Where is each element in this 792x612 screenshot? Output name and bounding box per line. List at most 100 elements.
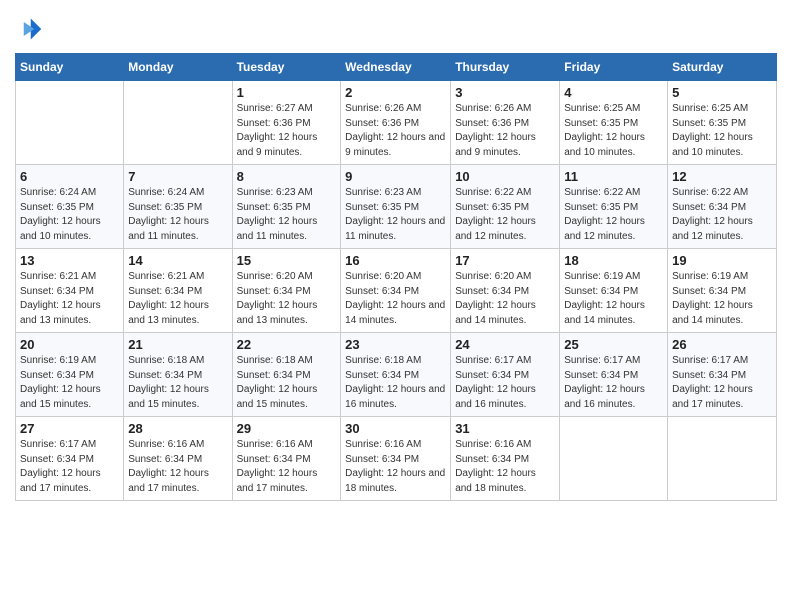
calendar-cell: 22Sunrise: 6:18 AM Sunset: 6:34 PM Dayli… — [232, 333, 341, 417]
calendar-cell: 26Sunrise: 6:17 AM Sunset: 6:34 PM Dayli… — [668, 333, 777, 417]
day-info: Sunrise: 6:23 AM Sunset: 6:35 PM Dayligh… — [345, 186, 446, 244]
day-info: Sunrise: 6:26 AM Sunset: 6:36 PM Dayligh… — [455, 102, 555, 160]
day-info: Sunrise: 6:27 AM Sunset: 6:36 PM Dayligh… — [237, 102, 337, 160]
day-number: 12 — [672, 169, 772, 184]
calendar-cell: 7 Sunrise: 6:24 AM Sunset: 6:35 PM Daylig… — [124, 165, 232, 249]
day-info: Sunrise: 6:22 AM Sunset: 6:35 PM Dayligh… — [564, 186, 663, 244]
logo — [15, 15, 47, 43]
day-number: 30 — [345, 421, 446, 436]
day-info: Sunrise: 6:19 AM Sunset: 6:34 PM Dayligh… — [564, 270, 663, 328]
header — [15, 15, 777, 43]
weekday-header-row: SundayMondayTuesdayWednesdayThursdayFrid… — [16, 54, 777, 81]
day-number: 7 — [128, 169, 227, 184]
day-info: Sunrise: 6:23 AM Sunset: 6:35 PM Dayligh… — [237, 186, 337, 244]
weekday-header-saturday: Saturday — [668, 54, 777, 81]
logo-icon — [15, 15, 43, 43]
day-number: 1 — [237, 85, 337, 100]
calendar-cell: 9Sunrise: 6:23 AM Sunset: 6:35 PM Daylig… — [341, 165, 451, 249]
calendar-cell — [560, 417, 668, 501]
day-info: Sunrise: 6:25 AM Sunset: 6:35 PM Dayligh… — [672, 102, 772, 160]
weekday-header-friday: Friday — [560, 54, 668, 81]
calendar-cell: 14 Sunrise: 6:21 AM Sunset: 6:34 PM Dayli… — [124, 249, 232, 333]
day-number: 17 — [455, 253, 555, 268]
day-number: 2 — [345, 85, 446, 100]
week-row-3: 13 Sunrise: 6:21 AM Sunset: 6:34 PM Dayli… — [16, 249, 777, 333]
day-number: 14 — [128, 253, 227, 268]
calendar-cell: 19Sunrise: 6:19 AM Sunset: 6:34 PM Dayli… — [668, 249, 777, 333]
weekday-header-monday: Monday — [124, 54, 232, 81]
calendar-header: SundayMondayTuesdayWednesdayThursdayFrid… — [16, 54, 777, 81]
day-info: Sunrise: 6:17 AM Sunset: 6:34 PM Dayligh… — [564, 354, 663, 412]
calendar-cell: 6 Sunrise: 6:24 AM Sunset: 6:35 PM Daylig… — [16, 165, 124, 249]
day-info: Sunrise: 6:20 AM Sunset: 6:34 PM Dayligh… — [345, 270, 446, 328]
day-info: Sunrise: 6:16 AM Sunset: 6:34 PM Dayligh… — [345, 438, 446, 496]
day-info: Sunrise: 6:22 AM Sunset: 6:35 PM Dayligh… — [455, 186, 555, 244]
day-info: Sunrise: 6:17 AM Sunset: 6:34 PM Dayligh… — [20, 438, 119, 496]
calendar-cell — [16, 81, 124, 165]
day-info: Sunrise: 6:26 AM Sunset: 6:36 PM Dayligh… — [345, 102, 446, 160]
day-number: 15 — [237, 253, 337, 268]
day-number: 3 — [455, 85, 555, 100]
day-number: 4 — [564, 85, 663, 100]
day-info: Sunrise: 6:19 AM Sunset: 6:34 PM Dayligh… — [20, 354, 119, 412]
day-info: Sunrise: 6:18 AM Sunset: 6:34 PM Dayligh… — [345, 354, 446, 412]
day-number: 5 — [672, 85, 772, 100]
calendar-cell: 28Sunrise: 6:16 AM Sunset: 6:34 PM Dayli… — [124, 417, 232, 501]
day-info: Sunrise: 6:16 AM Sunset: 6:34 PM Dayligh… — [455, 438, 555, 496]
day-info: Sunrise: 6:17 AM Sunset: 6:34 PM Dayligh… — [672, 354, 772, 412]
day-number: 6 — [20, 169, 119, 184]
calendar-cell: 12 Sunrise: 6:22 AM Sunset: 6:34 PM Dayli… — [668, 165, 777, 249]
day-number: 24 — [455, 337, 555, 352]
day-number: 8 — [237, 169, 337, 184]
day-info: Sunrise: 6:17 AM Sunset: 6:34 PM Dayligh… — [455, 354, 555, 412]
calendar-cell: 8 Sunrise: 6:23 AM Sunset: 6:35 PM Daylig… — [232, 165, 341, 249]
day-number: 27 — [20, 421, 119, 436]
calendar-cell: 2 Sunrise: 6:26 AM Sunset: 6:36 PM Daylig… — [341, 81, 451, 165]
day-info: Sunrise: 6:24 AM Sunset: 6:35 PM Dayligh… — [20, 186, 119, 244]
day-number: 29 — [237, 421, 337, 436]
day-number: 13 — [20, 253, 119, 268]
calendar-body: 1 Sunrise: 6:27 AM Sunset: 6:36 PM Daylig… — [16, 81, 777, 501]
day-number: 20 — [20, 337, 119, 352]
calendar-cell: 23Sunrise: 6:18 AM Sunset: 6:34 PM Dayli… — [341, 333, 451, 417]
week-row-5: 27 Sunrise: 6:17 AM Sunset: 6:34 PM Dayli… — [16, 417, 777, 501]
calendar-cell: 25 Sunrise: 6:17 AM Sunset: 6:34 PM Dayli… — [560, 333, 668, 417]
calendar-cell: 20 Sunrise: 6:19 AM Sunset: 6:34 PM Dayli… — [16, 333, 124, 417]
day-number: 28 — [128, 421, 227, 436]
day-number: 16 — [345, 253, 446, 268]
day-info: Sunrise: 6:20 AM Sunset: 6:34 PM Dayligh… — [237, 270, 337, 328]
calendar-cell: 16 Sunrise: 6:20 AM Sunset: 6:34 PM Dayli… — [341, 249, 451, 333]
day-number: 10 — [455, 169, 555, 184]
weekday-header-wednesday: Wednesday — [341, 54, 451, 81]
calendar-cell: 3 Sunrise: 6:26 AM Sunset: 6:36 PM Daylig… — [451, 81, 560, 165]
day-info: Sunrise: 6:16 AM Sunset: 6:34 PM Dayligh… — [237, 438, 337, 496]
calendar-cell — [124, 81, 232, 165]
weekday-header-tuesday: Tuesday — [232, 54, 341, 81]
day-number: 19 — [672, 253, 772, 268]
calendar-cell: 4 Sunrise: 6:25 AM Sunset: 6:35 PM Daylig… — [560, 81, 668, 165]
calendar-cell: 31Sunrise: 6:16 AM Sunset: 6:34 PM Dayli… — [451, 417, 560, 501]
week-row-1: 1 Sunrise: 6:27 AM Sunset: 6:36 PM Daylig… — [16, 81, 777, 165]
weekday-header-sunday: Sunday — [16, 54, 124, 81]
day-info: Sunrise: 6:21 AM Sunset: 6:34 PM Dayligh… — [128, 270, 227, 328]
calendar-cell: 1 Sunrise: 6:27 AM Sunset: 6:36 PM Daylig… — [232, 81, 341, 165]
calendar-cell: 18 Sunrise: 6:19 AM Sunset: 6:34 PM Dayli… — [560, 249, 668, 333]
calendar-cell: 13Sunrise: 6:21 AM Sunset: 6:34 PM Dayli… — [16, 249, 124, 333]
day-info: Sunrise: 6:25 AM Sunset: 6:35 PM Dayligh… — [564, 102, 663, 160]
day-info: Sunrise: 6:18 AM Sunset: 6:34 PM Dayligh… — [237, 354, 337, 412]
day-number: 11 — [564, 169, 663, 184]
day-info: Sunrise: 6:18 AM Sunset: 6:34 PM Dayligh… — [128, 354, 227, 412]
calendar-table: SundayMondayTuesdayWednesdayThursdayFrid… — [15, 53, 777, 501]
day-info: Sunrise: 6:20 AM Sunset: 6:34 PM Dayligh… — [455, 270, 555, 328]
week-row-4: 20 Sunrise: 6:19 AM Sunset: 6:34 PM Dayli… — [16, 333, 777, 417]
day-info: Sunrise: 6:24 AM Sunset: 6:35 PM Dayligh… — [128, 186, 227, 244]
calendar-cell: 11 Sunrise: 6:22 AM Sunset: 6:35 PM Dayli… — [560, 165, 668, 249]
calendar-cell: 5 Sunrise: 6:25 AM Sunset: 6:35 PM Daylig… — [668, 81, 777, 165]
day-info: Sunrise: 6:22 AM Sunset: 6:34 PM Dayligh… — [672, 186, 772, 244]
calendar-cell: 24 Sunrise: 6:17 AM Sunset: 6:34 PM Dayli… — [451, 333, 560, 417]
weekday-header-thursday: Thursday — [451, 54, 560, 81]
day-number: 25 — [564, 337, 663, 352]
day-number: 18 — [564, 253, 663, 268]
calendar-cell: 29 Sunrise: 6:16 AM Sunset: 6:34 PM Dayli… — [232, 417, 341, 501]
calendar-cell: 21Sunrise: 6:18 AM Sunset: 6:34 PM Dayli… — [124, 333, 232, 417]
